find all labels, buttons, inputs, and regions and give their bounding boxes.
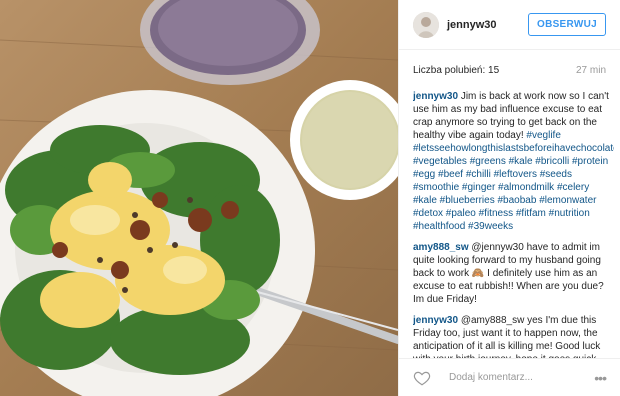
more-options-icon[interactable]: ••• [594, 370, 607, 386]
post-time[interactable]: 27 min [576, 65, 606, 76]
username[interactable]: jennyw30 [447, 19, 528, 31]
heart-icon[interactable] [413, 369, 431, 387]
comment: jennyw30 @amy888_sw yes I'm due this Fri… [413, 314, 614, 358]
post-photo[interactable] [0, 0, 398, 396]
post-side-panel: jennyw30 OBSERWUJ Liczba polubień: 15 27… [398, 0, 620, 396]
follow-button[interactable]: OBSERWUJ [527, 13, 606, 36]
likes-count[interactable]: Liczba polubień: 15 [413, 65, 499, 76]
comment: jennyw30 Jim is back at work now so I ca… [413, 90, 614, 233]
instagram-post: jennyw30 OBSERWUJ Liczba polubień: 15 27… [0, 0, 620, 396]
comment-author[interactable]: jennyw30 [413, 91, 458, 102]
comments-list[interactable]: jennyw30 Jim is back at work now so I ca… [413, 90, 614, 358]
post-footer: Dodaj komentarz... ••• [399, 358, 620, 396]
comment: amy888_sw @jennyw30 have to admit im qui… [413, 241, 614, 306]
post-header: jennyw30 OBSERWUJ [399, 0, 620, 50]
comment-author[interactable]: amy888_sw [413, 242, 469, 253]
avatar[interactable] [413, 11, 439, 38]
avatar-image [413, 11, 439, 38]
comment-author[interactable]: jennyw30 [413, 315, 458, 326]
post-meta: Liczba polubień: 15 27 min [399, 50, 620, 76]
add-comment-input[interactable]: Dodaj komentarz... [449, 372, 594, 383]
food-photo-illustration [0, 0, 398, 396]
comment-hashtags[interactable]: #veglife #letsseehowlongthislastsbeforei… [413, 130, 614, 232]
